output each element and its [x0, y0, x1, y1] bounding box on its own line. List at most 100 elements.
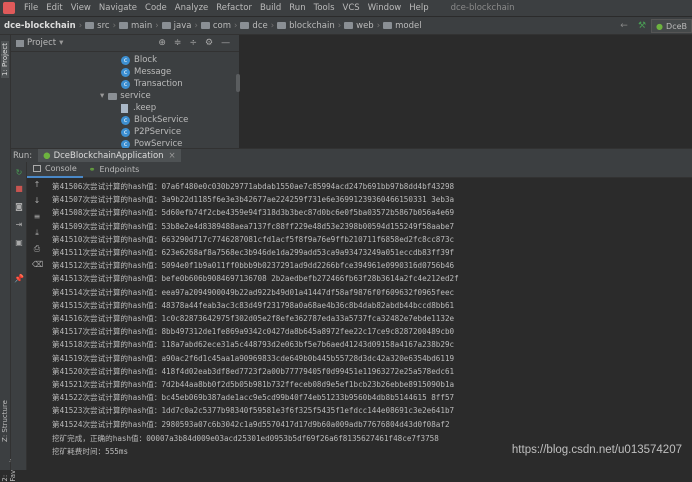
folder-icon — [118, 22, 128, 29]
tree-item-label: BlockService — [134, 115, 189, 125]
stop-icon[interactable]: ■ — [14, 184, 24, 194]
project-side-tab[interactable]: 1: Project — [1, 41, 9, 78]
breadcrumb-main[interactable]: main — [131, 21, 152, 31]
globe-icon[interactable]: ⊕ — [158, 38, 166, 48]
breadcrumb-model[interactable]: model — [395, 21, 421, 31]
chevron-down-icon[interactable]: ▾ — [100, 91, 104, 101]
package-folder-icon — [108, 92, 118, 100]
collapse-all-icon[interactable]: ≑ — [174, 38, 182, 48]
run-tab[interactable]: ● DceBlockchainApplication × — [38, 148, 181, 163]
menu-tools[interactable]: Tools — [310, 3, 339, 13]
menu-run[interactable]: Run — [285, 3, 309, 13]
project-view-icon — [16, 39, 24, 47]
class-icon: c — [121, 79, 130, 89]
console-line: 第41517次尝试计算的hash值：8bb497312de1fe869a9342… — [52, 327, 455, 337]
spring-icon: ● — [43, 150, 51, 161]
tab-endpoints[interactable]: ⚭ Endpoints — [83, 162, 145, 178]
scroll-to-end-icon[interactable]: ⤓ — [32, 228, 42, 238]
soft-wrap-icon[interactable]: ≡ — [32, 212, 42, 222]
menu-bar: File Edit View Navigate Code Analyze Ref… — [0, 0, 692, 17]
menu-file[interactable]: File — [20, 3, 42, 13]
console-line: 挖矿完成，正确的hash值：00007a3b84d009e03acd25301e… — [52, 434, 439, 443]
expand-all-icon[interactable]: ÷ — [189, 38, 197, 48]
gear-icon[interactable]: ⚙ — [205, 38, 213, 48]
tree-item-block[interactable]: c Block — [121, 54, 157, 66]
console-line: 第41521次尝试计算的hash值：7d2b44aa8bb0f2d5b05b98… — [52, 380, 455, 389]
tree-item-keep[interactable]: .keep — [121, 102, 156, 114]
tree-item-service[interactable]: ▾ service — [100, 90, 151, 102]
menu-vcs[interactable]: VCS — [339, 3, 364, 13]
tree-item-blockservice[interactable]: c BlockService — [121, 114, 188, 126]
menu-analyze[interactable]: Analyze — [171, 3, 213, 13]
menu-edit[interactable]: Edit — [42, 3, 66, 13]
breadcrumb-project[interactable]: dce-blockchain — [4, 21, 76, 31]
menu-help[interactable]: Help — [405, 3, 432, 13]
console-line: 第41514次尝试计算的hash值：eea97a2094900049b22ad9… — [52, 287, 455, 297]
exit-icon[interactable]: ⇥ — [14, 220, 24, 230]
arrow-down-icon[interactable]: ↓ — [32, 196, 42, 206]
console-line: 第41511次尝试计算的hash值：623e6268af8a7568ec3b94… — [52, 248, 455, 257]
console-line: 第41515次尝试计算的hash值：48378a44feab3ac3c83d49… — [52, 300, 455, 310]
console-output[interactable]: 第41506次尝试计算的hash值：07a6f480e0c030b29771ab… — [52, 180, 692, 470]
breadcrumb-java[interactable]: java — [174, 21, 192, 31]
structure-side-tab[interactable]: Z: Structure — [1, 400, 9, 442]
menu-window[interactable]: Window — [364, 3, 406, 13]
breadcrumb-web[interactable]: web — [356, 21, 374, 31]
build-hammer-icon[interactable]: ⚒ — [636, 20, 648, 32]
menu-navigate[interactable]: Navigate — [95, 3, 141, 13]
menu-view[interactable]: View — [67, 3, 95, 13]
folder-icon — [161, 22, 171, 29]
console-line: 第41520次尝试计算的hash值：418f4d02eab3df8ed7723f… — [52, 366, 455, 376]
breadcrumb-com[interactable]: com — [213, 21, 231, 31]
menu-code[interactable]: Code — [141, 3, 171, 13]
tree-item-message[interactable]: c Message — [121, 66, 171, 78]
breadcrumb-separator: › — [78, 20, 83, 31]
tree-item-label: Message — [134, 67, 172, 77]
breadcrumb-separator: › — [112, 20, 116, 31]
hide-icon[interactable]: — — [221, 38, 230, 48]
run-config-label: DceB — [666, 21, 687, 31]
console-line: 挖矿耗费时间：555ms — [52, 447, 129, 457]
console-line: 第41509次尝试计算的hash值：53b8e2e4d8389488aea713… — [52, 221, 455, 231]
print-icon[interactable]: ⎙ — [32, 244, 42, 254]
tree-item-label: P2PService — [134, 127, 182, 137]
class-icon: c — [121, 55, 130, 65]
folder-icon — [240, 22, 250, 29]
breadcrumb-dce[interactable]: dce — [252, 21, 267, 31]
menu-build[interactable]: Build — [256, 3, 285, 13]
breadcrumb-src[interactable]: src — [97, 21, 109, 31]
chevron-down-icon[interactable]: ▾ — [59, 38, 63, 48]
spring-icon: ● — [656, 21, 664, 31]
console-line: 第41508次尝试计算的hash值：5d60efb74f2cbe4359e94f… — [52, 208, 455, 218]
rerun-icon[interactable]: ↻ — [14, 168, 24, 178]
tab-console[interactable]: Console — [27, 162, 83, 178]
camera-icon[interactable]: ◙ — [14, 202, 24, 212]
clear-icon[interactable]: ⌫ — [32, 260, 43, 270]
console-line: 第41519次尝试计算的hash值：a90ac2f6d1c45aa1a90969… — [52, 353, 455, 363]
arrow-up-icon[interactable]: ↑ — [32, 180, 42, 190]
tab-endpoints-label: Endpoints — [99, 165, 140, 174]
window-title: dce-blockchain — [450, 3, 515, 13]
restore-layout-icon[interactable]: ▣ — [14, 238, 24, 248]
editor-area[interactable] — [241, 35, 692, 148]
breadcrumb-separator: › — [337, 20, 342, 31]
breadcrumb-separator: › — [155, 20, 159, 31]
project-scrollbar[interactable] — [236, 74, 240, 92]
console-line: 第41512次尝试计算的hash值：5094e0f1b9a011ff0bbb9b… — [52, 261, 455, 271]
run-config-selector[interactable]: ● DceB — [651, 19, 692, 33]
tree-item-transaction[interactable]: c Transaction — [121, 78, 183, 90]
tree-item-label: Transaction — [134, 79, 183, 89]
close-icon[interactable]: × — [169, 151, 176, 161]
watermark: https://blog.csdn.net/u013574207 — [511, 444, 682, 456]
back-arrow-icon[interactable]: ← — [618, 20, 630, 32]
console-line: 第41516次尝试计算的hash值：1c0c82873642975f302d05… — [52, 314, 455, 323]
menu-refactor[interactable]: Refactor — [212, 3, 256, 13]
file-icon — [121, 103, 128, 113]
project-panel-title[interactable]: Project — [27, 38, 56, 48]
tree-item-label: Block — [134, 55, 157, 65]
tree-item-p2pservice[interactable]: c P2PService — [121, 126, 181, 138]
console-line: 第41522次尝试计算的hash值：bc45eb069b387ade1acc9e… — [52, 393, 455, 403]
pin-icon[interactable]: 📌 — [14, 274, 24, 284]
breadcrumb-blockchain[interactable]: blockchain — [289, 21, 335, 31]
console-tool-strip: ↑ ↓ ≡ ⤓ ⎙ ⌫ — [27, 178, 45, 470]
